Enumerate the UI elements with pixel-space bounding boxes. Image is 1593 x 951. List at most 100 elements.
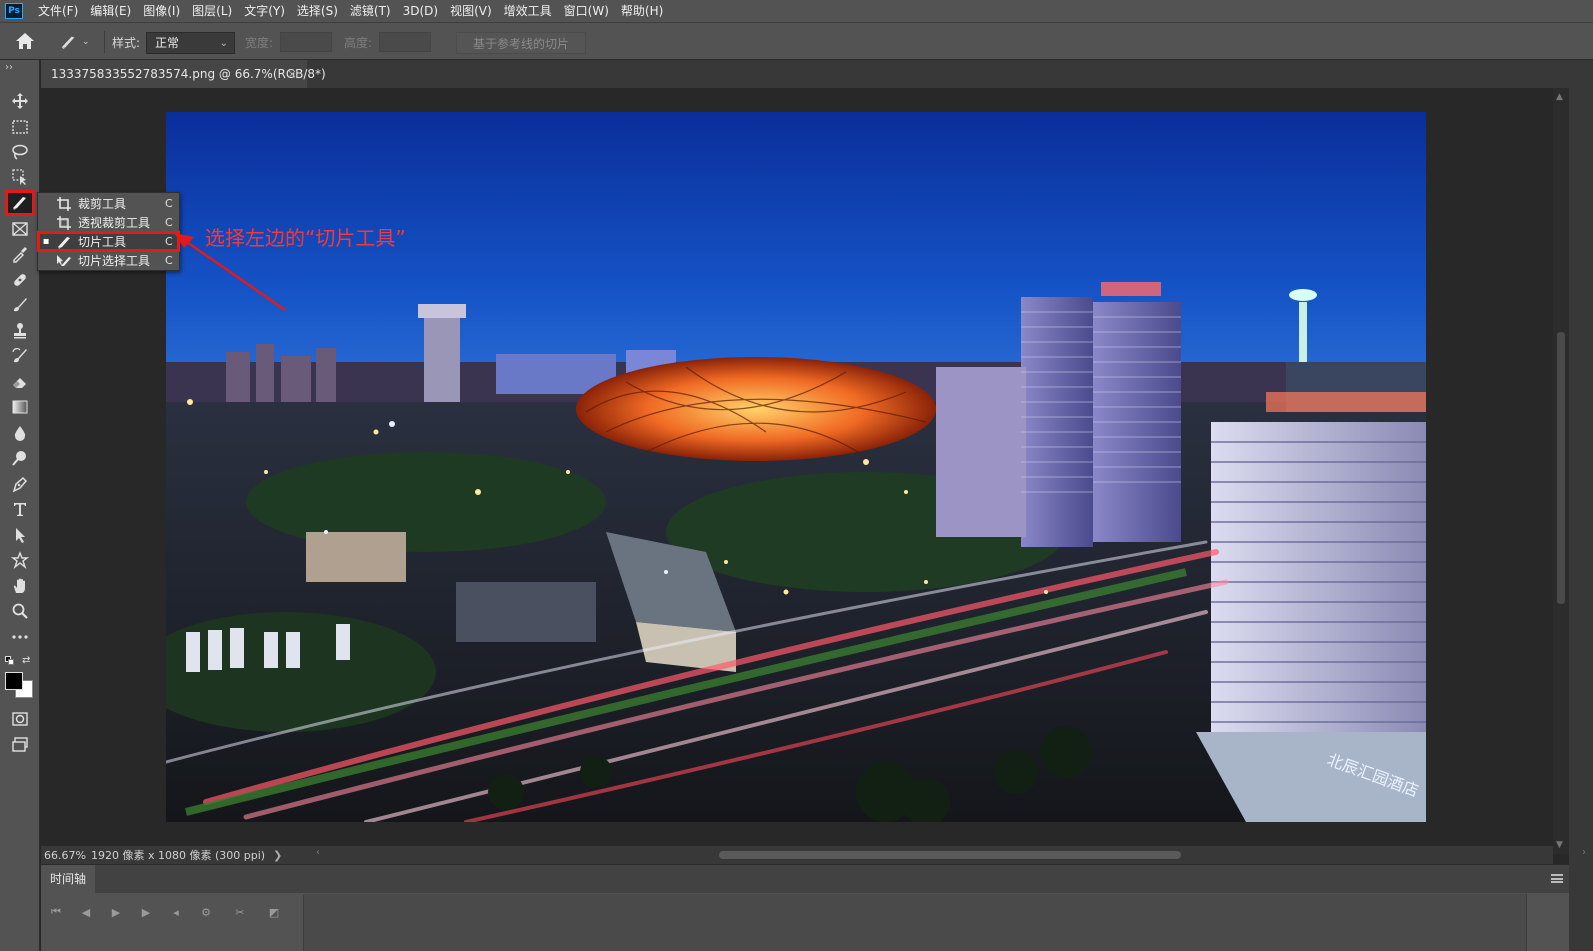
style-select[interactable]: 正常 ⌄ [146, 32, 235, 54]
healing-icon[interactable] [7, 269, 33, 291]
chevron-down-icon: ⌄ [82, 37, 90, 47]
document-title: 133375833552783574.png @ 66.7%(RGB/8*) [51, 67, 326, 81]
height-label: 高度: [344, 36, 373, 50]
next-frame-icon[interactable]: ▶︎ [131, 900, 161, 924]
photoshop-logo: Ps [5, 3, 23, 19]
document-info: 1920 像素 x 1080 像素 (300 ppi) [91, 849, 266, 862]
more-icon[interactable] [7, 626, 33, 648]
menu-layer[interactable]: 图层(L) [186, 0, 238, 22]
frame-icon[interactable] [7, 218, 33, 240]
slice-icon [61, 36, 75, 50]
menu-edit[interactable]: 编辑(E) [84, 0, 137, 22]
close-icon[interactable]: × [287, 60, 297, 88]
menu-type[interactable]: 文字(Y) [238, 0, 291, 22]
slice-select-icon [54, 253, 74, 269]
screen-mode-icon[interactable] [7, 734, 33, 756]
foreground-color-swatch[interactable] [5, 672, 23, 690]
menu-plugins[interactable]: 增效工具 [498, 0, 558, 22]
perspective-crop-icon [54, 215, 74, 231]
split-scissors-icon[interactable]: ✂ [221, 900, 259, 924]
play-icon[interactable]: ▶︎ [101, 900, 131, 924]
crop-tools-flyout: 裁剪工具 C 透视裁剪工具 C ▪ 切片工具 C 切片选择工具 C [37, 192, 180, 271]
marquee-icon[interactable] [7, 116, 33, 138]
home-icon[interactable] [14, 31, 36, 51]
blur-icon[interactable] [7, 422, 33, 444]
width-input[interactable] [280, 32, 332, 52]
quick-mask-icon[interactable] [7, 708, 33, 730]
status-bar: 66.67% 1920 像素 x 1080 像素 (300 ppi) ❯ ‹ › [41, 846, 1586, 864]
eyedropper-icon[interactable] [7, 243, 33, 265]
hand-icon[interactable] [7, 575, 33, 597]
eraser-icon[interactable] [7, 371, 33, 393]
first-frame-icon[interactable]: ⏮ [41, 900, 71, 924]
swap-colors-icon[interactable]: ⇄ [22, 655, 30, 666]
slice-icon [54, 234, 74, 250]
scrollbar-thumb[interactable] [719, 851, 1181, 859]
style-value: 正常 [155, 36, 180, 50]
status-menu-chevron-icon[interactable]: ❯ [265, 849, 282, 862]
timeline-panel: 时间轴 ⏮ ◀︎ ▶︎ ▶︎ ◂ ⚙ ✂ ◩ [41, 864, 1569, 951]
type-icon[interactable] [7, 498, 33, 520]
flyout-item-slice[interactable]: ▪ 切片工具 C [37, 231, 180, 252]
timeline-controls: ⏮ ◀︎ ▶︎ ▶︎ ◂ ⚙ ✂ ◩ [41, 895, 289, 929]
scrollbar-thumb[interactable] [1557, 332, 1565, 604]
settings-icon[interactable]: ⚙ [191, 900, 221, 924]
gradient-icon[interactable] [7, 396, 33, 418]
zoom-icon[interactable] [7, 600, 33, 622]
move-icon[interactable] [7, 90, 33, 112]
document-canvas-image[interactable]: 北辰汇园酒店 [166, 112, 1426, 822]
transition-icon[interactable]: ◩ [259, 900, 289, 924]
menu-view[interactable]: 视图(V) [444, 0, 498, 22]
path-select-icon[interactable] [7, 524, 33, 546]
shape-icon[interactable] [7, 549, 33, 571]
brush-icon[interactable] [7, 294, 33, 316]
flyout-item-crop[interactable]: 裁剪工具 C [38, 194, 179, 213]
menu-window[interactable]: 窗口(W) [558, 0, 615, 22]
flyout-item-perspective-crop[interactable]: 透视裁剪工具 C [38, 213, 179, 232]
menu-filter[interactable]: 滤镜(T) [344, 0, 397, 22]
menu-file[interactable]: 文件(F) [32, 0, 84, 22]
menu-help[interactable]: 帮助(H) [615, 0, 669, 22]
scroll-right-icon[interactable]: › [1582, 847, 1586, 858]
flyout-item-slice-select[interactable]: 切片选择工具 C [38, 251, 179, 270]
lasso-icon[interactable] [7, 141, 33, 163]
zoom-level[interactable]: 66.67% [41, 849, 91, 862]
crop-icon [54, 196, 74, 212]
options-bar: ⌄ 样式: 正常 ⌄ 宽度: 高度: 基于参考线的切片 [0, 22, 1593, 60]
object-select-icon[interactable] [7, 166, 33, 188]
tool-preset-picker[interactable]: ⌄ [58, 32, 94, 52]
shortcut-key: C [165, 197, 173, 210]
document-tab[interactable]: 133375833552783574.png @ 66.7%(RGB/8*) × [41, 60, 326, 88]
height-input[interactable] [379, 32, 431, 52]
menu-3d[interactable]: 3D(D) [397, 0, 444, 22]
vertical-scrollbar[interactable]: ▲ ▼ [1553, 88, 1569, 854]
pen-icon[interactable] [7, 473, 33, 495]
horizontal-scrollbar[interactable]: ‹ › [316, 847, 1586, 861]
tools-panel: ›› ⇄ [0, 60, 40, 951]
timeline-header: 时间轴 [41, 865, 1569, 893]
right-panel-dock [1569, 60, 1593, 951]
scroll-left-icon[interactable]: ‹ [316, 847, 320, 858]
dodge-icon[interactable] [7, 447, 33, 469]
default-colors-icon[interactable] [5, 656, 15, 666]
slices-from-guides-button[interactable]: 基于参考线的切片 [456, 32, 586, 54]
annotation-text: 选择左边的“切片工具” [205, 226, 406, 250]
timeline-tab[interactable]: 时间轴 [41, 865, 96, 893]
audio-icon[interactable]: ◂ [161, 900, 191, 924]
flyout-item-label: 切片选择工具 [78, 254, 151, 268]
history-brush-icon[interactable] [7, 345, 33, 367]
divider [104, 31, 105, 53]
menu-image[interactable]: 图像(I) [137, 0, 186, 22]
panel-menu-icon[interactable] [1551, 874, 1563, 883]
previous-frame-icon[interactable]: ◀︎ [71, 900, 101, 924]
flyout-item-label: 裁剪工具 [78, 197, 127, 211]
timeline-side [1526, 894, 1569, 951]
scroll-up-icon[interactable]: ▲ [1556, 92, 1563, 102]
panel-collapse-icon[interactable]: ›› [5, 62, 13, 73]
selection-bullet: ▪ [42, 236, 50, 247]
slice-icon[interactable] [5, 190, 35, 216]
stamp-icon[interactable] [7, 320, 33, 342]
menu-select[interactable]: 选择(S) [291, 0, 344, 22]
timeline-track-area[interactable] [304, 894, 1526, 951]
chevron-down-icon: ⌄ [219, 38, 228, 49]
